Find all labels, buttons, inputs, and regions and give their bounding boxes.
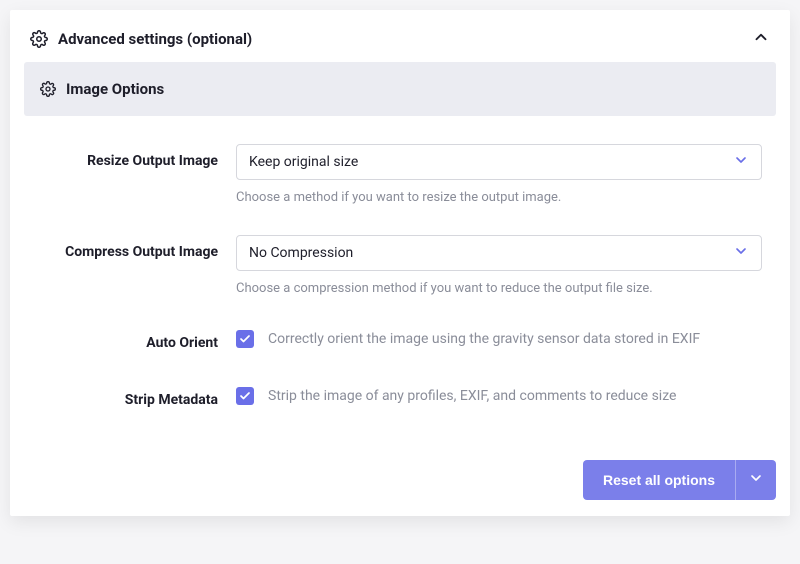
compress-select[interactable]: No Compression bbox=[236, 235, 762, 271]
compress-select-value: No Compression bbox=[249, 245, 353, 261]
row-strip-metadata: Strip Metadata Strip the image of any pr… bbox=[38, 383, 762, 410]
label-resize: Resize Output Image bbox=[38, 144, 218, 171]
chevron-up-icon[interactable] bbox=[752, 28, 770, 50]
chevron-down-icon bbox=[733, 152, 749, 172]
auto-orient-description: Correctly orient the image using the gra… bbox=[268, 331, 700, 347]
label-strip-metadata: Strip Metadata bbox=[38, 383, 218, 410]
row-compress: Compress Output Image No Compression Cho… bbox=[38, 235, 762, 296]
auto-orient-checkbox[interactable] bbox=[236, 330, 254, 348]
resize-select[interactable]: Keep original size bbox=[236, 144, 762, 180]
row-auto-orient: Auto Orient Correctly orient the image u… bbox=[38, 326, 762, 353]
advanced-settings-panel: Advanced settings (optional) Image Optio… bbox=[10, 10, 790, 516]
row-resize: Resize Output Image Keep original size C… bbox=[38, 144, 762, 205]
header-left: Advanced settings (optional) bbox=[30, 30, 252, 48]
resize-help: Choose a method if you want to resize th… bbox=[236, 190, 762, 205]
panel-footer: Reset all options bbox=[24, 460, 776, 500]
form-body: Resize Output Image Keep original size C… bbox=[24, 134, 776, 410]
resize-select-value: Keep original size bbox=[249, 154, 358, 170]
section-header: Image Options bbox=[24, 62, 776, 116]
reset-dropdown-button[interactable] bbox=[735, 460, 776, 500]
panel-title: Advanced settings (optional) bbox=[58, 30, 252, 48]
chevron-down-icon bbox=[748, 470, 764, 489]
compress-help: Choose a compression method if you want … bbox=[236, 281, 762, 296]
label-auto-orient: Auto Orient bbox=[38, 326, 218, 353]
reset-button-group: Reset all options bbox=[583, 460, 776, 500]
panel-header[interactable]: Advanced settings (optional) bbox=[24, 24, 776, 62]
strip-metadata-description: Strip the image of any profiles, EXIF, a… bbox=[268, 388, 676, 404]
reset-all-button[interactable]: Reset all options bbox=[583, 460, 735, 500]
label-compress: Compress Output Image bbox=[38, 235, 218, 262]
strip-metadata-checkbox[interactable] bbox=[236, 387, 254, 405]
chevron-down-icon bbox=[733, 243, 749, 263]
section-title: Image Options bbox=[66, 80, 164, 98]
gear-icon bbox=[30, 30, 48, 48]
gear-icon bbox=[40, 81, 56, 97]
